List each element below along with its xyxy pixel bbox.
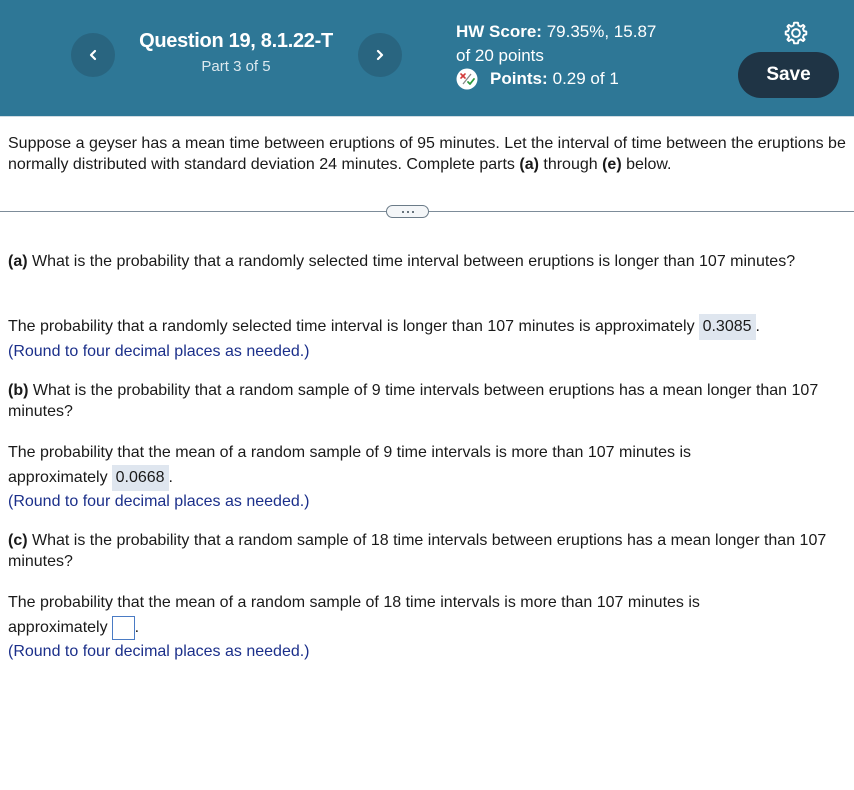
- rounding-hint: (Round to four decimal places as needed.…: [8, 493, 310, 510]
- save-button[interactable]: Save: [738, 52, 839, 98]
- partial-credit-icon: [456, 68, 478, 90]
- dot-icon: [411, 210, 414, 213]
- hw-score-value: 79.35%, 15.87: [546, 22, 657, 41]
- dot-icon: [401, 210, 404, 213]
- intro-text: Suppose a geyser has a mean time between…: [8, 135, 846, 173]
- part-c-question: (c) What is the probability that a rando…: [8, 530, 838, 572]
- points-label: Points:: [490, 69, 548, 88]
- rounding-hint: (Round to four decimal places as needed.…: [8, 343, 310, 360]
- answer-value[interactable]: 0.3085: [698, 314, 756, 340]
- question-header: Question 19, 8.1.22-T Part 3 of 5 HW Sco…: [0, 0, 854, 117]
- question-text: What is the probability that a randomly …: [27, 253, 796, 270]
- answer-prefix: The probability that the mean of a rando…: [8, 444, 692, 486]
- answer-value[interactable]: 0.0668: [111, 465, 169, 491]
- hw-score-total: of 20 points: [456, 46, 544, 65]
- chevron-left-icon: [89, 49, 97, 61]
- part-letter: (b): [8, 382, 29, 399]
- part-b-answer: The probability that the mean of a rando…: [8, 440, 768, 491]
- answer-suffix: .: [168, 469, 173, 486]
- part-b-question: (b) What is the probability that a rando…: [8, 380, 838, 422]
- part-indicator: Part 3 of 5: [201, 58, 271, 75]
- question-text: What is the probability that a random sa…: [8, 382, 819, 420]
- answer-input[interactable]: [111, 615, 135, 640]
- intro-text-mid: through: [538, 156, 603, 173]
- part-a-answer: The probability that a randomly selected…: [8, 314, 838, 340]
- hw-score-label: HW Score:: [456, 22, 542, 41]
- intro-text-end: below.: [621, 156, 672, 173]
- hw-score: HW Score: 79.35%, 15.87 of 20 points: [456, 20, 716, 68]
- question-points: Points: 0.29 of 1: [456, 67, 619, 91]
- part-letter: (a): [8, 253, 28, 270]
- answer-suffix: .: [134, 619, 140, 636]
- problem-statement: Suppose a geyser has a mean time between…: [8, 133, 848, 175]
- next-question-button[interactable]: [358, 33, 402, 77]
- rounding-hint: (Round to four decimal places as needed.…: [8, 643, 310, 660]
- intro-part-e: (e): [602, 156, 622, 173]
- question-text: What is the probability that a random sa…: [8, 532, 827, 570]
- intro-part-a: (a): [519, 156, 539, 173]
- answer-prefix: The probability that a randomly selected…: [8, 318, 695, 335]
- chevron-right-icon: [376, 49, 384, 61]
- part-c-answer: The probability that the mean of a rando…: [8, 590, 778, 640]
- answer-suffix: .: [755, 318, 760, 335]
- part-a-question: (a) What is the probability that a rando…: [8, 251, 838, 272]
- previous-question-button[interactable]: [71, 33, 115, 77]
- expand-more-button[interactable]: [386, 205, 429, 218]
- dot-icon: [406, 210, 409, 213]
- gear-icon[interactable]: [783, 20, 809, 46]
- points-value: 0.29 of 1: [552, 69, 619, 88]
- question-title: Question 19, 8.1.22-T: [139, 30, 333, 52]
- part-letter: (c): [8, 532, 28, 549]
